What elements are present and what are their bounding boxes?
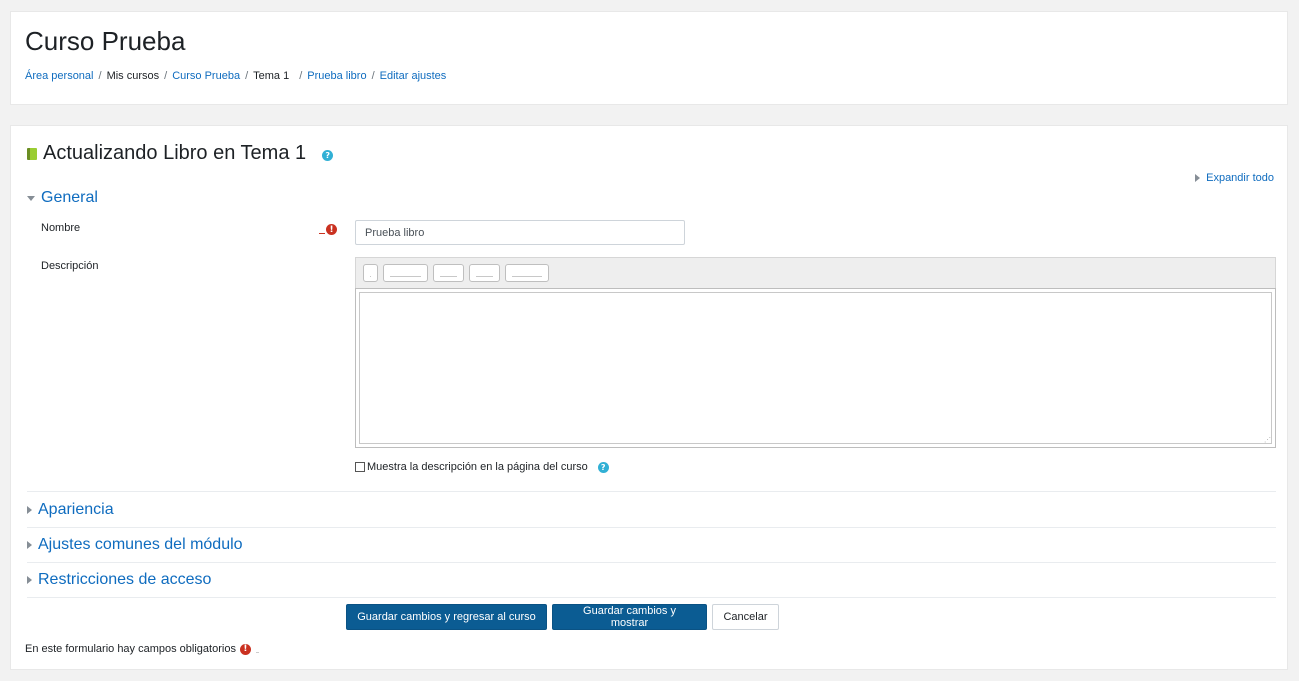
breadcrumb-curso-prueba[interactable]: Curso Prueba bbox=[172, 70, 240, 82]
section-divider bbox=[27, 491, 1276, 492]
expand-all-label: Expandir todo bbox=[1206, 172, 1274, 184]
descripcion-label: Descripción bbox=[41, 260, 99, 272]
required-dash bbox=[319, 233, 325, 234]
section-ajustes-comunes-label: Ajustes comunes del módulo bbox=[38, 536, 243, 553]
resize-grip-icon[interactable]: ⋰ bbox=[1264, 437, 1271, 444]
breadcrumb-area-personal[interactable]: Área personal bbox=[25, 70, 94, 82]
required-indicator: ! bbox=[319, 224, 337, 235]
section-ajustes-comunes-toggle[interactable]: Ajustes comunes del módulo bbox=[27, 536, 243, 554]
toolbar-button[interactable] bbox=[363, 264, 378, 282]
expand-all-link[interactable]: Expandir todo bbox=[1195, 172, 1274, 184]
exclamation-icon: ! bbox=[326, 224, 337, 235]
breadcrumb-separator: / bbox=[164, 70, 168, 82]
nombre-input[interactable] bbox=[355, 220, 685, 245]
required-note-text: En este formulario hay campos obligatori… bbox=[25, 643, 236, 655]
breadcrumb-mis-cursos: Mis cursos bbox=[106, 70, 160, 82]
breadcrumb-separator: / bbox=[245, 70, 249, 82]
help-icon[interactable]: ? bbox=[322, 150, 334, 161]
section-restricciones-label: Restricciones de acceso bbox=[38, 571, 212, 588]
toolbar-button-group[interactable] bbox=[433, 264, 464, 282]
triangle-right-icon bbox=[27, 506, 32, 514]
page-header: Curso Prueba Área personal / Mis cursos … bbox=[10, 11, 1288, 105]
form-heading: Actualizando Libro en Tema 1 ? bbox=[27, 142, 334, 165]
section-general-toggle[interactable]: General bbox=[27, 189, 98, 207]
required-dot bbox=[255, 651, 259, 653]
save-return-button[interactable]: Guardar cambios y regresar al curso bbox=[346, 604, 547, 630]
save-display-button[interactable]: Guardar cambios y mostrar bbox=[552, 604, 707, 630]
form-card: Actualizando Libro en Tema 1 ? Expandir … bbox=[10, 125, 1288, 670]
editor-toolbar bbox=[355, 257, 1276, 288]
triangle-right-icon bbox=[1195, 174, 1201, 182]
show-description-row[interactable]: Muestra la descripción en la página del … bbox=[355, 461, 609, 473]
toolbar-button-group[interactable] bbox=[469, 264, 500, 282]
toolbar-button-group[interactable] bbox=[383, 264, 428, 282]
breadcrumb-separator: / bbox=[299, 70, 303, 82]
descripcion-editor[interactable]: ⋰ bbox=[355, 288, 1276, 448]
section-apariencia-toggle[interactable]: Apariencia bbox=[27, 501, 114, 519]
cancel-button[interactable]: Cancelar bbox=[712, 604, 779, 630]
section-apariencia-label: Apariencia bbox=[38, 501, 114, 518]
book-icon bbox=[27, 147, 37, 160]
breadcrumb-tema: Tema 1 bbox=[253, 70, 290, 82]
show-description-label: Muestra la descripción en la página del … bbox=[367, 461, 588, 473]
section-divider bbox=[27, 527, 1276, 528]
help-icon[interactable]: ? bbox=[597, 461, 609, 473]
breadcrumb-editar-ajustes[interactable]: Editar ajustes bbox=[380, 70, 447, 82]
required-fields-note: En este formulario hay campos obligatori… bbox=[25, 643, 259, 655]
exclamation-icon: ! bbox=[239, 643, 251, 655]
breadcrumb: Área personal / Mis cursos / Curso Prueb… bbox=[25, 70, 446, 82]
section-divider bbox=[27, 597, 1276, 598]
editor-content-area[interactable] bbox=[359, 292, 1272, 444]
breadcrumb-separator: / bbox=[98, 70, 102, 82]
section-restricciones-toggle[interactable]: Restricciones de acceso bbox=[27, 571, 211, 589]
form-heading-text: Actualizando Libro en Tema 1 bbox=[43, 142, 307, 164]
toolbar-button-group[interactable] bbox=[505, 264, 549, 282]
triangle-right-icon bbox=[27, 541, 32, 549]
section-divider bbox=[27, 562, 1276, 563]
section-general-label: General bbox=[41, 189, 98, 206]
triangle-right-icon bbox=[27, 576, 32, 584]
page-title: Curso Prueba bbox=[25, 26, 186, 56]
triangle-down-icon bbox=[27, 195, 35, 201]
breadcrumb-prueba-libro[interactable]: Prueba libro bbox=[307, 70, 366, 82]
show-description-checkbox[interactable] bbox=[355, 462, 365, 472]
breadcrumb-separator: / bbox=[371, 70, 375, 82]
nombre-label: Nombre bbox=[41, 222, 81, 234]
